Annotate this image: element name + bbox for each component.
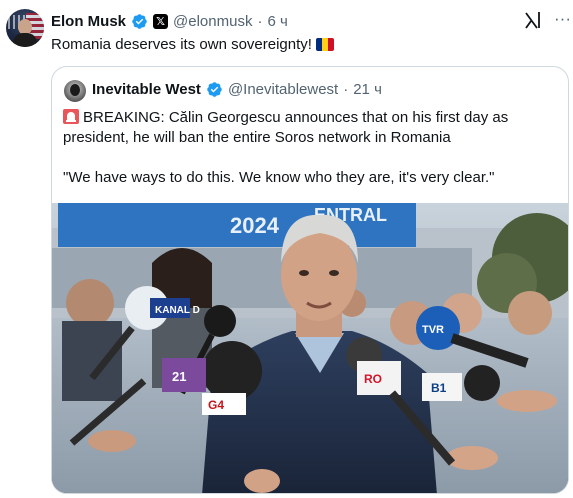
quoted-statement: "We have ways to do this. We know who th…: [63, 169, 495, 186]
quoted-author-handle[interactable]: @Inevitablewest: [228, 81, 338, 98]
mic-label-b1: B1: [431, 381, 447, 395]
tweet-header: Elon Musk 𝕏 @elonmusk · 6 ч: [51, 11, 288, 31]
grok-icon[interactable]: [524, 10, 542, 30]
quoted-author-avatar[interactable]: [64, 80, 86, 102]
quoted-verified-badge-icon: [207, 82, 222, 97]
quoted-separator-dot: ·: [343, 81, 349, 98]
tweet-body: Romania deserves its own sovereignty!: [51, 36, 312, 53]
siren-icon: [63, 109, 79, 124]
mic-label-kanal-d: KANAL D: [155, 305, 200, 316]
x-affiliate-icon: 𝕏: [153, 13, 169, 29]
post-time[interactable]: 6 ч: [267, 13, 287, 30]
more-options-icon[interactable]: ···: [554, 9, 571, 29]
author-handle[interactable]: @elonmusk: [173, 13, 252, 30]
author-name[interactable]: Elon Musk: [51, 13, 126, 30]
verified-badge-icon: [132, 13, 147, 29]
tweet-text: Romania deserves its own sovereignty!: [51, 35, 334, 55]
mic-label-tvr: TVR: [422, 324, 444, 336]
author-avatar[interactable]: [6, 9, 44, 47]
quoted-tweet-text: BREAKING: Călin Georgescu announces that…: [63, 108, 559, 148]
tweet: Elon Musk 𝕏 @elonmusk · 6 ч ··· Romania …: [0, 0, 573, 498]
photo-illustration: 2024 ENTRAL KANAL D 21 G4 TVR RO B1: [52, 203, 568, 493]
quoted-tweet-body: BREAKING: Călin Georgescu announces that…: [63, 109, 509, 146]
quoted-post-time[interactable]: 21 ч: [353, 81, 382, 98]
mic-label-21: 21: [172, 369, 186, 384]
separator-dot: ·: [257, 12, 263, 30]
quoted-tweet[interactable]: Inevitable West @Inevitablewest · 21 ч B…: [51, 66, 569, 494]
mic-label-ro: RO: [364, 372, 382, 386]
mic-label-g4: G4: [208, 398, 224, 412]
quoted-author-name[interactable]: Inevitable West: [92, 81, 201, 98]
press-conference-photo[interactable]: 2024 ENTRAL KANAL D 21 G4 TVR RO B1: [52, 203, 568, 493]
romania-flag-icon: [315, 38, 334, 51]
banner-text: 2024: [230, 213, 280, 238]
quoted-tweet-header: Inevitable West @Inevitablewest · 21 ч: [92, 81, 382, 98]
